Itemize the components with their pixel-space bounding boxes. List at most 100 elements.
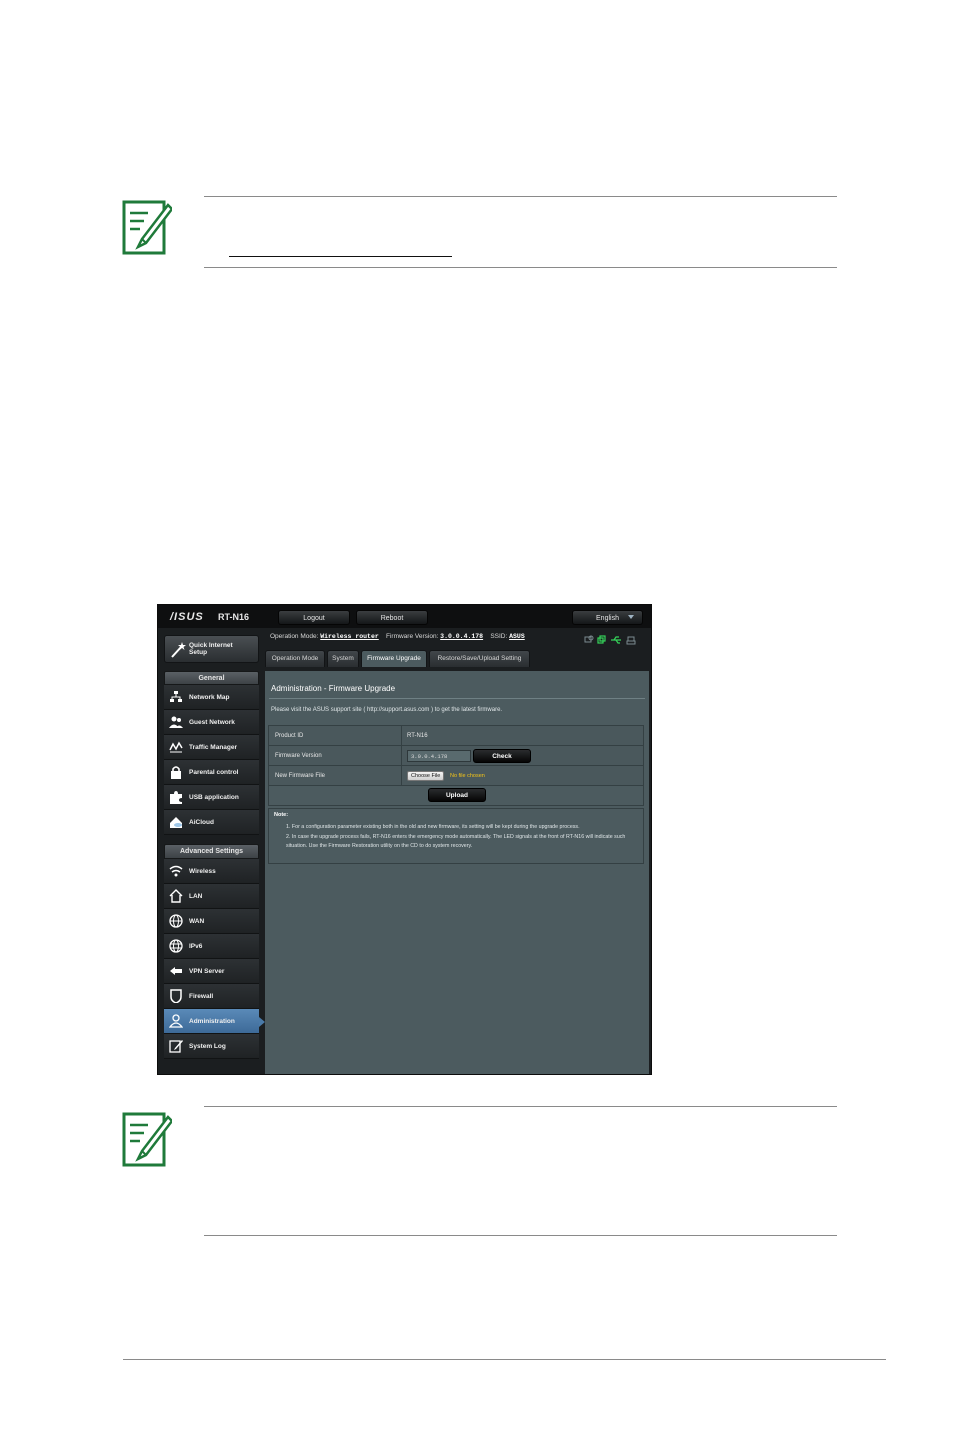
sidebar-item-network-map[interactable]: Network Map [164,685,259,710]
page-title: Administration - Firmware Upgrade [271,684,396,693]
lock-icon [171,766,181,779]
note-section: Note: 1. For a configuration parameter e… [268,808,644,864]
sidebar-item-label: System Log [189,1043,226,1050]
top-note-rule-bottom [204,267,837,268]
top-note-rule-top [204,196,837,197]
no-file-chosen-text: No file chosen [450,773,485,779]
product-id-label: Product ID [275,733,304,739]
status-line: Operation Mode: Wireless router Firmware… [270,633,525,640]
tab-system[interactable]: System [327,650,359,667]
sidebar-item-label: Network Map [189,694,230,701]
bottom-note-rule-top [204,1106,837,1107]
logout-button[interactable]: Logout [278,610,350,625]
firmware-version-link[interactable]: 3.0.0.4.178 [440,633,483,640]
note-pencil-icon [122,200,172,255]
sidebar-item-wan[interactable]: WAN [164,909,259,934]
status-icons [583,632,643,650]
firmware-version-field[interactable]: 3.0.0.4.178 [407,750,471,762]
sidebar-item-label: Traffic Manager [189,744,238,751]
language-value: English [596,615,619,622]
globe-icon [169,914,183,928]
printer-icon[interactable] [626,636,636,645]
puzzle-icon [170,791,182,804]
sidebar-item-label: Parental control [189,769,239,776]
sidebar-item-system-log[interactable]: System Log [164,1034,259,1059]
shield-icon [170,989,182,1003]
sidebar-item-label: VPN Server [189,968,225,975]
new-firmware-label: New Firmware File [275,773,326,779]
check-button[interactable]: Check [473,749,531,763]
note-item-1: 1. For a configuration parameter existin… [286,824,580,830]
intro-text: Please visit the ASUS support site ( htt… [271,707,503,713]
tab-operation-mode[interactable]: Operation Mode [265,650,325,667]
sidebar-item-aicloud[interactable]: AiCloud [164,810,259,835]
asus-logo: /ISUS [170,611,204,623]
firmware-version-label: Firmware Version: [385,633,439,640]
column-divider [401,726,402,745]
router-top-bar: /ISUS RT-N16 Logout Reboot English [158,605,651,628]
tab-firmware-upgrade[interactable]: Firmware Upgrade [361,650,427,667]
advanced-settings-header: Advanced Settings [164,844,259,859]
operation-mode-label: Operation Mode: [270,633,319,640]
sidebar-item-traffic-manager[interactable]: Traffic Manager [164,735,259,760]
sidebar-item-lan[interactable]: LAN [164,884,259,909]
magic-wand-icon [171,642,186,658]
router-model: RT-N16 [218,612,250,622]
hidden-link-underline[interactable] [229,256,452,257]
client-status-icon[interactable] [584,635,594,643]
traffic-graph-icon [169,741,183,753]
ssid-link[interactable]: ASUS [509,633,525,640]
firmware-upgrade-panel: Administration - Firmware Upgrade Please… [265,671,649,1074]
table-row-upload: Upload [268,785,644,806]
ssid-label: SSID: [490,633,508,640]
language-select[interactable]: English [572,610,643,625]
sidebar-item-wireless[interactable]: Wireless [164,859,259,884]
sidebar-item-label: AiCloud [189,819,214,826]
choose-file-button[interactable]: Choose File [407,771,445,781]
sidebar-item-vpn-server[interactable]: VPN Server [164,959,259,984]
sidebar-item-label: Firewall [189,993,214,1000]
users-icon [169,716,183,728]
table-row-new-firmware: New Firmware File Choose File No file ch… [268,765,644,786]
sidebar-item-label: WAN [189,918,205,925]
note-pencil-icon [122,1112,172,1167]
note-title: Note: [274,812,289,818]
globe-v6-icon [169,939,183,953]
product-id-value: RT-N16 [407,733,428,739]
sidebar-item-administration[interactable]: Administration [164,1009,265,1034]
upload-button[interactable]: Upload [428,788,486,802]
footer-rule [123,1359,886,1360]
quick-internet-setup-button[interactable]: Quick Internet Setup [164,635,259,663]
sidebar-item-usb-application[interactable]: USB application [164,785,259,810]
table-row-firmware-version: Firmware Version 3.0.0.4.178 Check [268,745,644,766]
firmware-version-row-label: Firmware Version [275,753,322,759]
tab-restore-save-upload[interactable]: Restore/Save/Upload Setting [429,650,530,667]
sidebar-item-label: USB application [189,794,239,801]
network-map-icon [170,691,182,702]
internet-status-icon[interactable] [597,635,606,644]
reboot-button[interactable]: Reboot [356,610,428,625]
usb-icon[interactable] [611,636,621,644]
general-header: General [164,671,259,685]
sidebar-item-firewall[interactable]: Firewall [164,984,259,1009]
home-icon [169,889,183,903]
router-admin-screenshot: /ISUS RT-N16 Logout Reboot English Quick… [157,604,652,1075]
sidebar-item-label: Guest Network [189,719,235,726]
sidebar-item-ipv6[interactable]: IPv6 [164,934,259,959]
column-divider [401,746,402,765]
column-divider [401,766,402,785]
quick-setup-label: Quick Internet Setup [189,642,233,656]
sidebar-item-guest-network[interactable]: Guest Network [164,710,259,735]
sidebar-item-label: LAN [189,893,203,900]
sidebar-item-parental-control[interactable]: Parental control [164,760,259,785]
chevron-down-icon [628,615,634,619]
title-divider [269,698,645,699]
bottom-note-rule-bottom [204,1235,837,1236]
table-row-product-id: Product ID RT-N16 [268,725,644,746]
sidebar-item-label: Wireless [189,868,216,875]
wifi-icon [169,865,183,877]
sidebar-item-label: IPv6 [189,943,203,950]
operation-mode-link[interactable]: Wireless router [320,633,379,640]
main-panel: Operation Mode: Wireless router Firmware… [264,629,651,1074]
cloud-home-icon [170,817,182,828]
